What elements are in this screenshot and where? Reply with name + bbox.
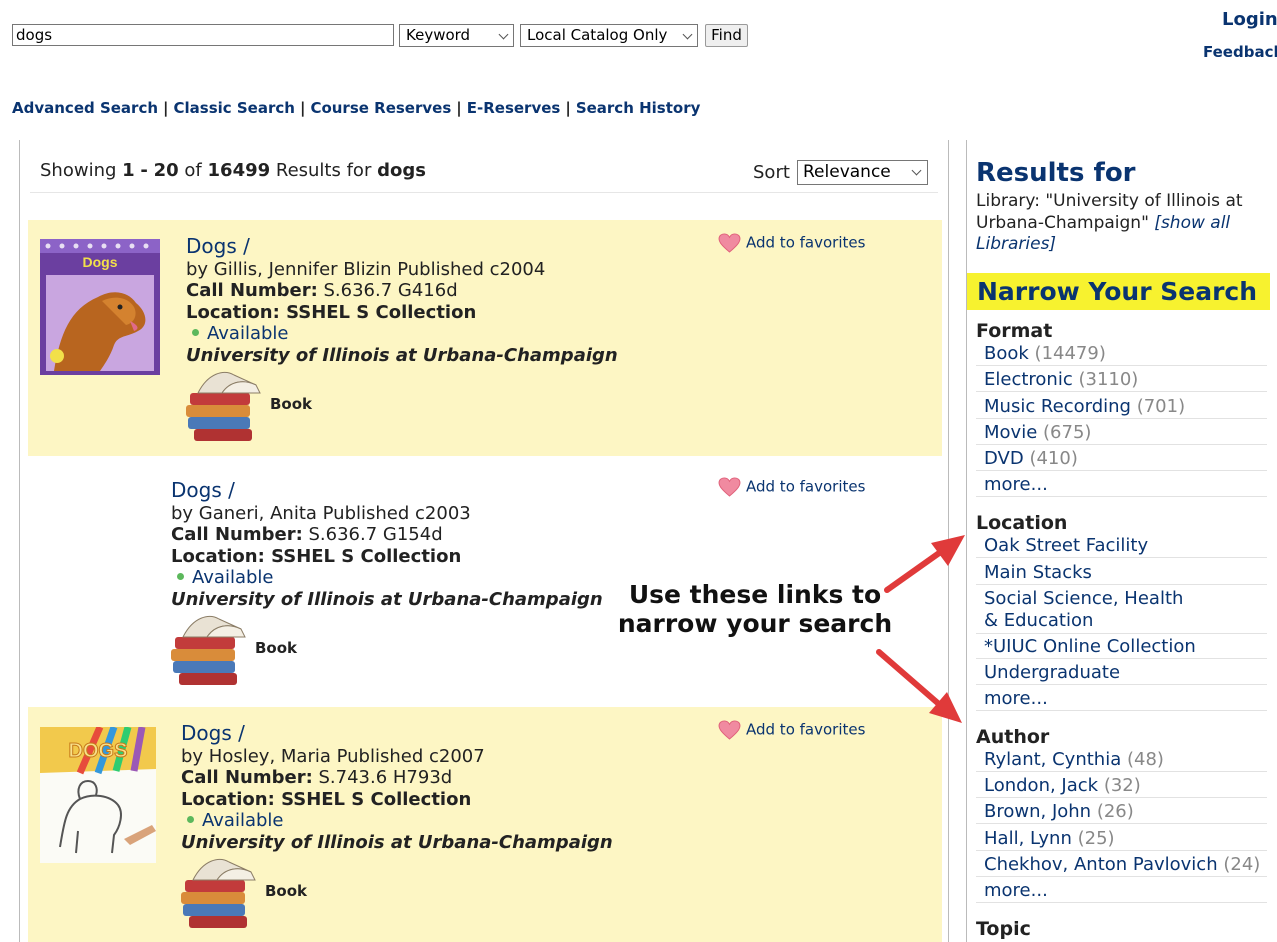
arrow-down-right-icon bbox=[876, 649, 962, 723]
arrow-up-right-icon bbox=[884, 535, 965, 593]
annotation-arrows bbox=[876, 535, 965, 723]
